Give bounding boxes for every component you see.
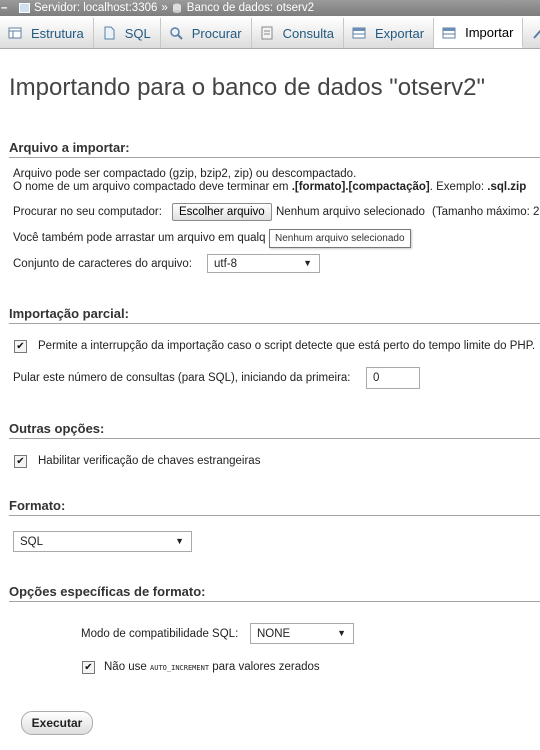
chevron-down-icon: ▼ [175,536,184,546]
tab-label: Procurar [191,25,242,41]
breadcrumb-server[interactable]: Servidor: localhost:3306 [34,2,157,14]
naming-format: .[formato].[compactação] [291,181,430,193]
tab-consulta[interactable]: Consulta [252,18,344,48]
file-tooltip: Nenhum arquivo selecionado [269,229,411,248]
tab-label: Exportar [374,25,425,41]
breadcrumb-separator: » [161,2,168,14]
choose-file-button[interactable]: Escolher arquivo [172,203,272,221]
no-file-text: Nenhum arquivo selecionado [276,206,425,218]
skip-queries-value: 0 [373,372,380,384]
tab-procurar[interactable]: Procurar [161,18,252,48]
naming-middle: . Exemplo: [429,181,488,193]
foreign-keys-label: Habilitar verificação de chaves estrange… [38,455,261,467]
structure-icon [8,26,22,40]
auto-inc-suffix: para valores zerados [209,661,320,673]
section-format-options-title: Opções específicas de formato: [9,584,540,602]
chevron-down-icon: ▼ [337,628,346,638]
wrench-icon [531,26,540,40]
tab-sql[interactable]: SQL [94,18,161,48]
tab-label: SQL [124,25,151,41]
tab-label: Importar [465,25,514,40]
drag-drop-text: Você também pode arrastar um arquivo em … [13,232,266,244]
format-value: SQL [20,535,44,548]
compat-mode-value: NONE [257,627,291,640]
compression-info: Arquivo pode ser compactado (gzip, bzip2… [13,168,357,180]
format-select[interactable]: SQL ▼ [13,531,192,552]
tab-importar[interactable]: Importar [434,18,524,48]
compat-mode-select[interactable]: NONE ▼ [250,623,354,644]
no-auto-increment-label: Não use AUTO_INCREMENT para valores zera… [104,661,320,673]
max-size-text: (Tamanho máximo: 2 [432,206,540,218]
query-icon [260,26,274,40]
section-other-title: Outras opções: [9,421,540,439]
chevron-down-icon: ▼ [303,258,312,268]
charset-value: utf-8 [214,257,238,270]
database-icon [172,3,183,13]
tab-label: Estrutura [31,25,84,41]
sql-icon [102,26,116,40]
charset-label: Conjunto de caracteres do arquivo: [13,258,192,270]
page-title: Importando para o banco de dados "otserv… [9,74,486,101]
foreign-keys-checkbox[interactable]: ✔ [14,455,27,468]
tab-estrutura[interactable]: Estrutura [0,18,94,48]
tab-more[interactable] [523,18,540,48]
compat-mode-label: Modo de compatibilidade SQL: [81,628,239,640]
collapse-icon[interactable]: – [1,2,11,14]
search-icon [169,26,183,40]
skip-queries-label: Pular este número de consultas (para SQL… [13,372,351,384]
no-auto-increment-checkbox[interactable]: ✔ [82,661,95,674]
execute-button[interactable]: Executar [21,711,93,735]
tab-bar: Estrutura SQL Procurar Consulta Exportar… [0,18,540,49]
naming-prefix: O nome de um arquivo compactado deve ter… [13,181,292,193]
server-icon [19,3,30,13]
compression-naming-info: O nome de um arquivo compactado deve ter… [13,181,526,193]
section-format-title: Formato: [9,498,540,516]
naming-example: .sql.zip [487,181,527,193]
allow-interrupt-label: Permite a interrupção da importação caso… [38,340,536,352]
auto-inc-code: AUTO_INCREMENT [150,664,210,672]
browse-label: Procurar no seu computador: [13,206,162,218]
charset-select[interactable]: utf-8 ▼ [207,254,320,273]
tab-label: Consulta [282,25,334,41]
section-partial-title: Importação parcial: [9,306,540,324]
section-file-title: Arquivo a importar: [9,140,540,158]
tab-exportar[interactable]: Exportar [344,18,435,48]
breadcrumb: – Servidor: localhost:3306 » Banco de da… [0,0,540,16]
export-icon [352,26,366,40]
auto-inc-prefix: Não use [104,661,151,673]
allow-interrupt-checkbox[interactable]: ✔ [14,340,27,353]
import-icon [442,26,456,40]
breadcrumb-database[interactable]: Banco de dados: otserv2 [187,2,314,14]
skip-queries-input[interactable]: 0 [366,367,420,389]
